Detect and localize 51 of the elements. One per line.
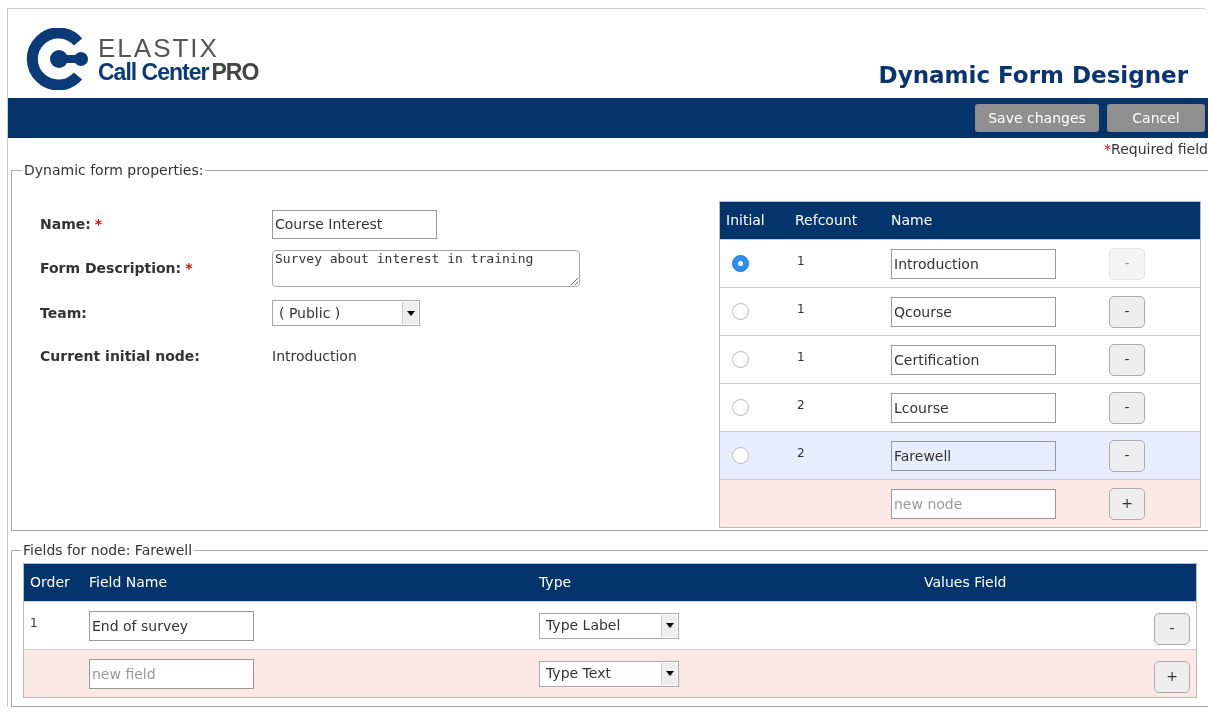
initial-radio[interactable] [732,303,749,320]
column-header: Values Field [924,573,1008,592]
refcount-value: 2 [797,446,805,460]
remove-button[interactable]: - [1109,295,1145,328]
field-value: Introduction [272,346,357,366]
node-name-field[interactable]: Qcourse [891,296,1056,327]
section-legend: Fields for node: Farewell [21,540,195,561]
node-name-field[interactable]: Certification [891,344,1056,375]
team-dropdown[interactable]: ( Public ) [272,300,420,326]
refcount-value: 1 [797,350,805,364]
column-header: Type [539,573,573,592]
type-dropdown[interactable]: Type Text [539,660,679,687]
add-button[interactable]: + [1154,660,1190,693]
column-header: Initial [725,211,766,230]
column-header: Field Name [89,573,169,592]
column-header: Order [29,573,71,592]
initial-radio[interactable] [732,351,749,368]
logo-brand: ELASTIX [98,34,220,61]
remove-button[interactable]: - [1109,343,1145,376]
refcount-value: 1 [797,302,805,316]
node-row[interactable]: 2 Farewell - [720,431,1200,479]
page-title: Dynamic Form Designer [878,60,1188,90]
new-field-name-field[interactable]: new field [89,658,254,689]
initial-radio[interactable] [732,255,749,272]
new-node-field[interactable]: new node [891,488,1056,519]
section-legend: Dynamic form properties: [22,160,206,181]
field-label: Name: * [40,214,104,234]
remove-button[interactable]: - [1154,612,1190,645]
refcount-value: 1 [797,254,805,268]
initial-radio[interactable] [732,447,749,464]
node-name-field[interactable]: Farewell [891,440,1056,471]
field-label: Team: [40,303,88,323]
name-field[interactable]: Course Interest [272,209,437,239]
description-field[interactable]: Survey about interest in training [272,249,580,287]
remove-button[interactable]: - [1109,391,1145,424]
field-name-field[interactable]: End of survey [89,610,254,641]
node-name-field[interactable]: Introduction [891,248,1056,279]
field-label: Form Description: * [40,258,194,278]
add-button[interactable]: + [1109,487,1145,520]
type-dropdown[interactable]: Type Label [539,612,679,639]
order-value: 1 [30,616,38,630]
refcount-value: 2 [797,398,805,412]
logo-edition: PRO [211,60,259,84]
required-field-note: *Required field [1104,140,1208,159]
logo-product: Call Center [98,60,209,84]
column-header: Name [891,211,934,230]
node-name-field[interactable]: Lcourse [891,392,1056,423]
field-label: Current initial node: [40,346,201,366]
column-header: Refcount [794,211,859,230]
initial-radio[interactable] [732,399,749,416]
remove-button[interactable]: - [1109,439,1145,472]
